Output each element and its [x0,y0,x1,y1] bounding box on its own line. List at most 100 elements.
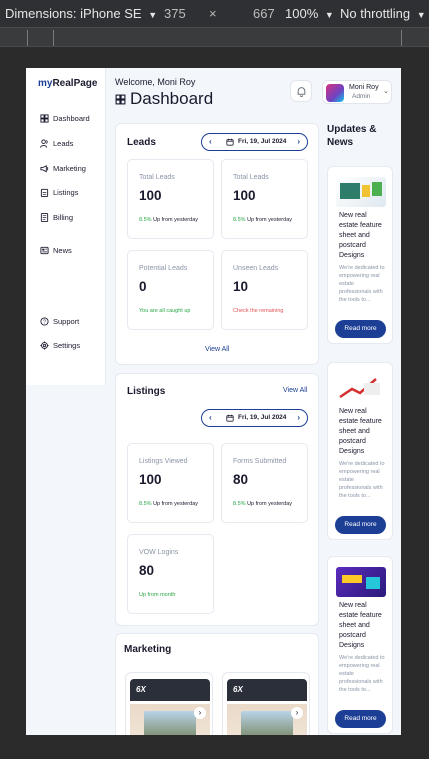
gear-icon [40,341,49,350]
help-icon: ? [40,317,49,326]
devtools-toolbar: Dimensions: iPhone SE ▼ 375 × 667 100% ▼… [0,0,429,27]
listings-date: Fri, 19, Jul 2024 [238,414,287,421]
sidebar-item-label: Leads [53,139,74,148]
stat-total-leads-2[interactable]: Total Leads 100 8.5% Up from yesterday [221,159,308,239]
chevron-down-icon: ▼ [148,10,158,20]
sidebar-item-label: Dashboard [53,114,90,123]
times-icon: × [209,6,217,21]
postcard-image [342,575,380,589]
news-headline: New real estate feature sheet and postca… [339,408,382,455]
sidebar-item-billing[interactable]: Billing [40,213,73,222]
throttle-select[interactable]: No throttling ▼ [340,6,426,21]
ruler-tick [27,30,28,46]
news-headline: New real estate feature sheet and postca… [339,602,382,649]
read-more-button[interactable]: Read more [335,710,386,728]
listings-view-all-link[interactable]: View All [283,387,307,394]
sidebar-item-label: News [53,246,72,255]
news-card[interactable]: New real estate feature sheet and postca… [327,166,393,344]
marketing-item[interactable]: 6X › [222,672,310,735]
users-icon [40,139,48,148]
listings-title: Listings [127,386,166,397]
sidebar-item-label: Support [53,317,80,326]
marketing-thumbnail: 6X › [227,679,307,735]
news-thumbnail [336,177,386,207]
sidebar-item-news[interactable]: News [40,246,72,255]
height-input[interactable]: 667 [253,6,275,21]
user-menu[interactable]: Moni Roy Admin ⌄ [322,80,392,104]
sidebar-item-label: Listings [53,188,79,197]
leads-title: Leads [127,137,156,148]
ruler-tick [53,30,54,46]
news-card[interactable]: New real estate feature sheet and postca… [327,362,393,540]
page-title-text: Dashboard [130,89,214,108]
news-body: We're dedicated to empowering real estat… [339,461,385,499]
marketing-title: Marketing [124,644,172,655]
zoom-select[interactable]: 100% ▼ [285,6,334,21]
chevron-left-icon[interactable]: ‹ [209,137,212,146]
marketing-item[interactable]: 6X › [125,672,213,735]
page-title: Dashboard [115,89,213,109]
grid-icon [115,94,126,104]
house-photo [241,711,293,735]
news-thumbnail [336,567,386,597]
sidebar: myRealPage Dashboard Leads Marketing Lis… [26,68,106,385]
stat-unseen-leads[interactable]: Unseen Leads 10 Check the remaining [221,250,308,330]
grid-icon [40,114,49,123]
news-headline: New real estate feature sheet and postca… [339,212,382,259]
arrow-right-icon[interactable]: › [194,707,206,719]
user-name: Moni Roy [349,84,379,91]
chevron-down-icon: ⌄ [383,88,389,95]
read-more-button[interactable]: Read more [335,516,386,534]
leads-view-all-link[interactable]: View All [205,346,229,353]
device-select[interactable]: Dimensions: iPhone SE ▼ [5,6,157,21]
device-label: Dimensions: iPhone SE [5,6,142,21]
chevron-right-icon[interactable]: › [297,137,300,146]
listings-date-picker[interactable]: ‹ Fri, 19, Jul 2024 › [201,409,308,427]
stat-potential-leads[interactable]: Potential Leads 0 You are all caught up [127,250,214,330]
arrow-right-icon[interactable]: › [291,707,303,719]
sidebar-item-listings[interactable]: Listings [40,188,78,197]
listings-card: Listings View All ‹ Fri, 19, Jul 2024 › … [115,373,319,626]
device-mockup-image [340,182,382,199]
chevron-down-icon: ▼ [324,10,334,20]
sidebar-item-label: Marketing [53,164,86,173]
sidebar-item-settings[interactable]: Settings [40,341,80,350]
sidebar-item-leads[interactable]: Leads [40,139,73,148]
leads-card: Leads ‹ Fri, 19, Jul 2024 › Total Leads … [115,123,319,365]
notifications-button[interactable] [290,80,312,102]
user-role: Admin [352,93,371,100]
chevron-right-icon[interactable]: › [297,413,300,422]
width-input[interactable]: 375 [164,6,186,21]
sidebar-item-marketing[interactable]: Marketing [40,164,86,173]
chevron-left-icon[interactable]: ‹ [209,413,212,422]
sidebar-item-support[interactable]: ? Support [40,317,79,326]
avatar [326,84,344,102]
throttle-label: No throttling [340,6,411,21]
megaphone-icon [40,165,49,173]
document-icon [40,213,49,222]
news-body: We're dedicated to empowering real estat… [339,265,385,303]
newspaper-icon [40,246,49,255]
logo[interactable]: myRealPage [38,78,97,89]
stat-vow-logins[interactable]: VOW Logins 80 Up from month [127,534,214,614]
house-photo [144,711,196,735]
stat-listings-viewed[interactable]: Listings Viewed 100 8.5% Up from yesterd… [127,443,214,523]
news-body: We're dedicated to empowering real estat… [339,655,385,693]
app-viewport: myRealPage Dashboard Leads Marketing Lis… [26,68,401,735]
stat-total-leads[interactable]: Total Leads 100 8.5% Up from yesterday [127,159,214,239]
sidebar-item-label: Settings [53,341,81,350]
news-card[interactable]: New real estate feature sheet and postca… [327,556,393,734]
calendar-icon [226,138,234,146]
sidebar-item-dashboard[interactable]: Dashboard [40,114,90,123]
stat-forms-submitted[interactable]: Forms Submitted 80 8.5% Up from yesterda… [221,443,308,523]
zoom-label: 100% [285,6,319,21]
leads-date-picker[interactable]: ‹ Fri, 19, Jul 2024 › [201,133,308,151]
news-thumbnail [336,373,386,403]
sidebar-item-label: Billing [53,213,74,222]
ruler-tick [401,30,402,46]
leads-date: Fri, 19, Jul 2024 [238,138,287,145]
svg-text:?: ? [43,319,46,325]
read-more-button[interactable]: Read more [335,320,386,338]
clipboard-icon [40,188,49,197]
marketing-thumbnail: 6X › [130,679,210,735]
